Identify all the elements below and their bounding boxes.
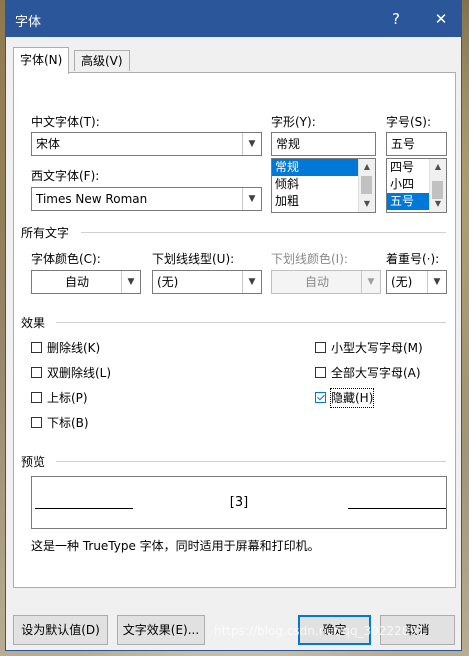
scrollbar[interactable]: ▲ ▼ — [358, 159, 375, 212]
tab-advanced[interactable]: 高级(V) — [74, 50, 130, 71]
checkbox-box[interactable] — [31, 367, 42, 378]
preview-box: [3] — [31, 476, 447, 529]
underline-style-combo[interactable]: (无) ▼ — [152, 270, 262, 294]
font-size-list[interactable]: 四号 小四 五号 ▲ ▼ — [386, 158, 447, 213]
emphasis-mark-combo[interactable]: (无) ▼ — [386, 270, 447, 294]
font-style-list[interactable]: 常规 倾斜 加粗 ▲ ▼ — [271, 158, 376, 213]
list-item[interactable]: 五号 — [387, 193, 429, 210]
checkbox-box[interactable] — [315, 367, 326, 378]
scroll-down-icon[interactable]: ▼ — [430, 196, 446, 212]
scrollbar[interactable]: ▲ ▼ — [429, 159, 446, 212]
underline-color-combo: 自动 ▼ — [271, 270, 381, 294]
underline-style-label: 下划线线型(U): — [152, 252, 235, 266]
underline-color-label: 下划线颜色(I): — [271, 252, 348, 266]
chevron-down-icon[interactable]: ▼ — [242, 133, 261, 155]
divider — [56, 461, 446, 462]
western-font-value: Times New Roman — [36, 192, 148, 206]
font-size-input[interactable]: 五号 — [386, 132, 447, 156]
list-item[interactable]: 常规 — [272, 159, 358, 176]
emphasis-mark-label: 着重号(·): — [386, 252, 440, 266]
checkbox-checked-icon[interactable] — [315, 392, 326, 403]
chinese-font-label: 中文字体(T): — [31, 115, 100, 129]
preview-line-right — [348, 508, 446, 509]
checkbox-label: 全部大写字母(A) — [331, 366, 421, 380]
chevron-down-icon[interactable]: ▼ — [121, 271, 140, 293]
close-button[interactable]: ✕ — [429, 7, 453, 31]
chevron-down-icon[interactable]: ▼ — [242, 188, 261, 210]
checkbox-box[interactable] — [31, 392, 42, 403]
scroll-up-icon[interactable]: ▲ — [359, 159, 375, 175]
checkbox-label: 隐藏(H) — [329, 388, 375, 408]
title-bar: 字体 ? ✕ — [6, 1, 461, 37]
font-color-combo[interactable]: 自动 ▼ — [31, 270, 141, 294]
checkbox-box[interactable] — [315, 342, 326, 353]
dialog-title: 字体 — [15, 15, 42, 30]
checkbox-label: 双删除线(L) — [47, 366, 112, 380]
help-button[interactable]: ? — [384, 7, 408, 31]
checkbox-label: 删除线(K) — [47, 341, 101, 355]
chevron-down-icon[interactable]: ▼ — [242, 271, 261, 293]
emphasis-mark-value: (无) — [391, 275, 413, 289]
set-default-button[interactable]: 设为默认值(D) — [13, 615, 108, 645]
font-dialog: 字体 ? ✕ 字体(N) 高级(V) 中文字体(T): 宋体 ▼ 西文字体(F)… — [5, 0, 462, 651]
checkbox-box[interactable] — [31, 342, 42, 353]
checkbox-box[interactable] — [31, 417, 42, 428]
chevron-down-icon[interactable]: ▼ — [427, 271, 446, 293]
font-color-value: 自动 — [64, 275, 89, 289]
all-text-title: 所有文字 — [21, 226, 70, 240]
checkbox-label: 小型大写字母(M) — [331, 341, 423, 355]
text-effects-button[interactable]: 文字效果(E)... — [117, 615, 205, 645]
underline-style-value: (无) — [157, 275, 179, 289]
western-font-combo[interactable]: Times New Roman ▼ — [31, 187, 262, 211]
preview-note: 这是一种 TrueType 字体，同时适用于屏幕和打印机。 — [31, 539, 320, 553]
chinese-font-combo[interactable]: 宋体 ▼ — [31, 132, 262, 156]
scroll-thumb[interactable] — [361, 176, 372, 194]
scroll-down-icon[interactable]: ▼ — [359, 196, 375, 212]
checkbox-label: 下标(B) — [47, 416, 89, 430]
watermark-text: https://blog.csdn.net/qq_30222891 — [214, 624, 425, 638]
checkbox-label: 上标(P) — [47, 391, 88, 405]
chinese-font-value: 宋体 — [36, 137, 61, 151]
divider — [56, 322, 446, 323]
preview-title: 预览 — [21, 455, 46, 469]
font-style-input[interactable]: 常规 — [271, 132, 376, 156]
chevron-down-icon: ▼ — [361, 271, 380, 293]
tab-font[interactable]: 字体(N) — [13, 47, 70, 74]
effects-title: 效果 — [21, 316, 46, 330]
underline-color-value: 自动 — [304, 275, 329, 289]
font-color-label: 字体颜色(C): — [31, 252, 101, 266]
western-font-label: 西文字体(F): — [31, 169, 100, 183]
scroll-up-icon[interactable]: ▲ — [430, 159, 446, 175]
divider — [81, 232, 446, 233]
font-size-label: 字号(S): — [386, 115, 432, 129]
font-style-label: 字形(Y): — [271, 115, 316, 129]
